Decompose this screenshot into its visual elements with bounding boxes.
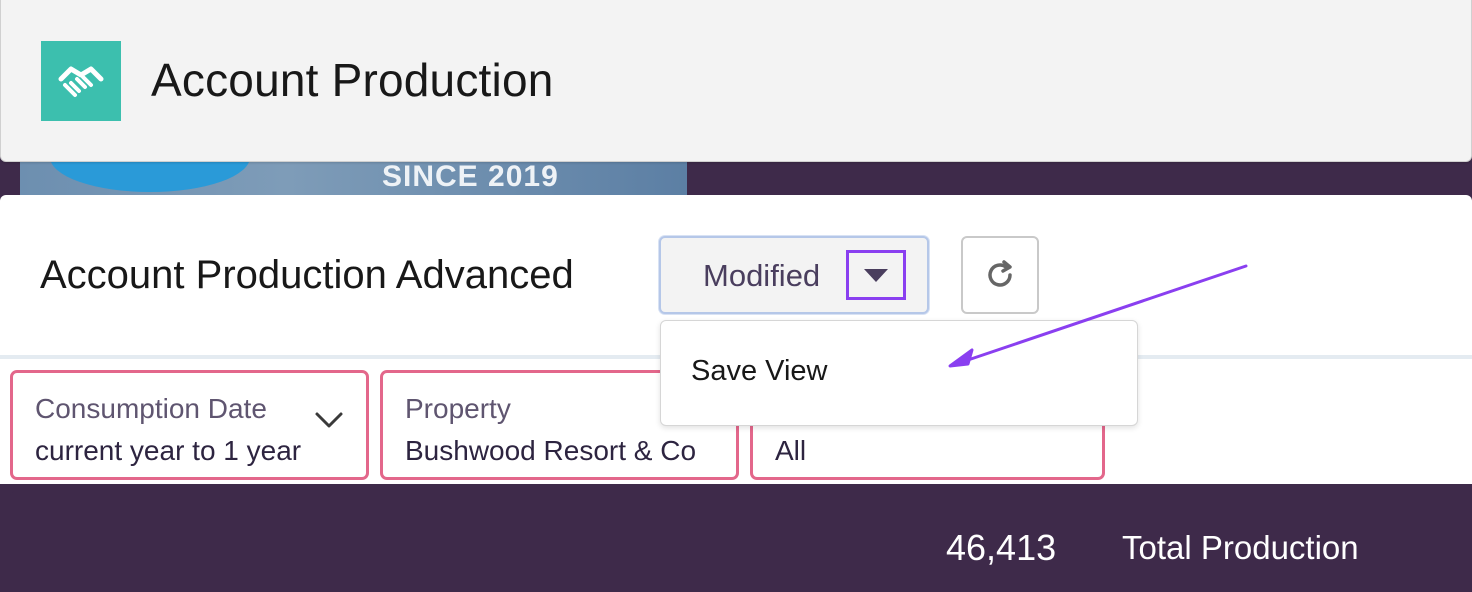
annotation-arrow xyxy=(948,264,1248,368)
